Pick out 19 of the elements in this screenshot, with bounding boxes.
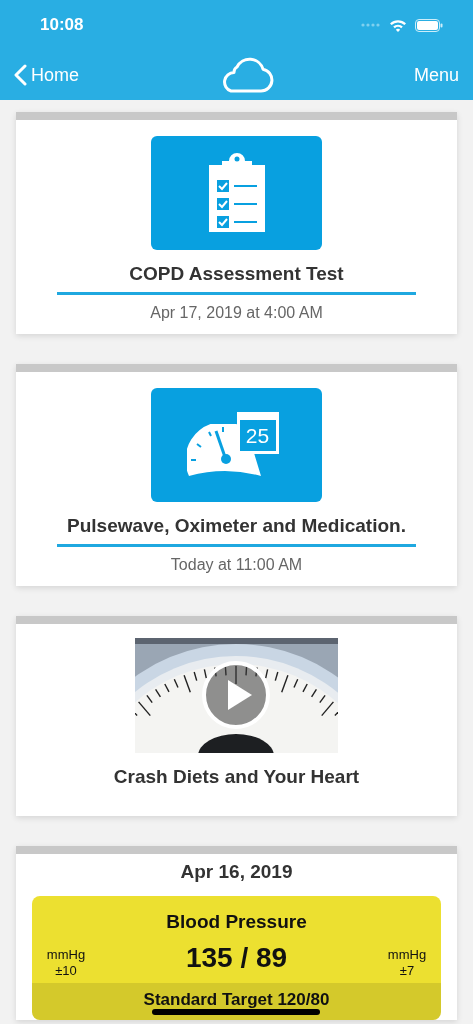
unit-label: mmHg ±10 — [45, 946, 87, 979]
status-time: 10:08 — [40, 14, 84, 37]
card-date: Apr 17, 2019 at 4:00 AM — [149, 303, 324, 323]
reading-title: Blood Pressure — [165, 910, 308, 934]
reading-date: Apr 16, 2019 — [179, 859, 294, 884]
unit-label: mmHg ±7 — [386, 946, 428, 979]
target-label: Standard Target 120/80 — [32, 982, 441, 1020]
calendar-icon: 25 — [236, 412, 279, 454]
card-title[interactable]: COPD Assessment Test — [16, 262, 457, 286]
wifi-icon — [389, 18, 407, 32]
chevron-left-icon — [14, 64, 27, 86]
card-date: Today at 11:00 AM — [169, 555, 304, 575]
play-button[interactable] — [201, 660, 271, 730]
reading-value: 135 / 89 — [185, 940, 288, 975]
battery-icon — [415, 18, 443, 32]
clipboard-checklist-icon — [207, 153, 266, 233]
card-title[interactable]: Pulsewave, Oximeter and Medication. — [16, 514, 457, 538]
reading-tile[interactable]: Blood Pressure mmHg ±10 135 / 89 mmHg ±7 Standard Target 120/80 — [32, 896, 441, 1020]
signal-icon — [361, 23, 381, 27]
